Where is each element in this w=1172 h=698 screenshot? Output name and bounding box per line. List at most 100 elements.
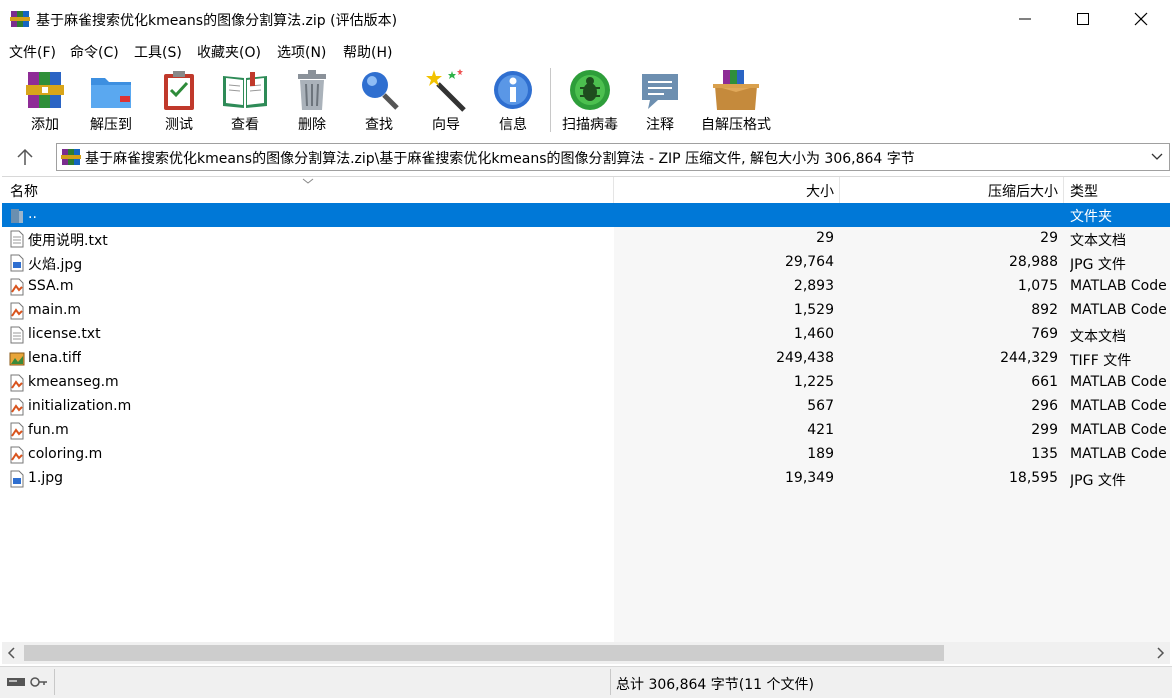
delete-button[interactable]: 删除 [280, 68, 344, 136]
address-bar: 基于麻雀搜索优化kmeans的图像分割算法.zip\基于麻雀搜索优化kmeans… [0, 140, 1172, 174]
menu-favorites[interactable]: 收藏夹(O) [197, 42, 261, 62]
maximize-button[interactable] [1054, 0, 1112, 38]
file-row[interactable]: 1.jpg 19,349 18,595 JPG 文件 [2, 467, 1170, 491]
file-name: 火焰.jpg [28, 257, 83, 273]
file-row[interactable]: initialization.m 567 296 MATLAB Code [2, 395, 1170, 419]
file-packed-size: 29 [1040, 230, 1058, 246]
file-name: license.txt [28, 326, 101, 342]
menu-help[interactable]: 帮助(H) [343, 42, 392, 62]
file-type: MATLAB Code [1070, 374, 1167, 390]
test-button[interactable]: 测试 [147, 68, 211, 136]
info-icon [494, 71, 532, 109]
file-name: kmeanseg.m [28, 374, 119, 390]
scroll-right-icon[interactable] [1154, 646, 1166, 660]
file-size: 1,225 [793, 374, 834, 390]
up-arrow-icon[interactable] [14, 146, 36, 168]
drive-icon [7, 678, 25, 686]
horizontal-scrollbar[interactable] [2, 642, 1170, 664]
comment-label: 注释 [646, 117, 674, 133]
file-row[interactable]: license.txt 1,460 769 文本文档 [2, 323, 1170, 347]
file-size: 29 [816, 230, 834, 246]
close-button[interactable] [1112, 0, 1170, 38]
menu-options[interactable]: 选项(N) [277, 42, 326, 62]
matlab-file-icon [9, 302, 25, 320]
image-file-icon [9, 254, 25, 272]
extract-folder-icon [91, 78, 131, 108]
archive-icon [61, 149, 81, 165]
trash-icon [298, 70, 326, 110]
info-button[interactable]: 信息 [481, 68, 545, 136]
wizard-label: 向导 [432, 117, 460, 133]
matlab-file-icon [9, 398, 25, 416]
file-packed-size: 28,988 [1009, 254, 1058, 270]
file-packed-size: 1,075 [1017, 278, 1058, 294]
add-label: 添加 [31, 117, 59, 133]
file-name: initialization.m [28, 398, 132, 414]
scroll-left-icon[interactable] [6, 646, 18, 660]
file-row[interactable]: 使用说明.txt 29 29 文本文档 [2, 227, 1170, 251]
sfx-button[interactable]: 自解压格式 [696, 68, 776, 136]
file-name: lena.tiff [28, 350, 82, 366]
file-type: JPG 文件 [1070, 473, 1126, 489]
status-divider [610, 669, 611, 695]
file-row[interactable]: lena.tiff 249,438 244,329 TIFF 文件 [2, 347, 1170, 371]
toolbar-separator [550, 68, 551, 132]
scrollbar-thumb[interactable] [24, 645, 944, 661]
matlab-file-icon [9, 422, 25, 440]
column-header-name[interactable]: 名称 [10, 181, 38, 201]
address-path: 基于麻雀搜索优化kmeans的图像分割算法.zip\基于麻雀搜索优化kmeans… [85, 151, 915, 167]
file-row[interactable]: main.m 1,529 892 MATLAB Code [2, 299, 1170, 323]
minimize-button[interactable] [996, 0, 1054, 38]
menu-file[interactable]: 文件(F) [9, 42, 56, 62]
file-row[interactable]: SSA.m 2,893 1,075 MATLAB Code [2, 275, 1170, 299]
file-name: 使用说明.txt [28, 233, 108, 249]
test-label: 测试 [165, 117, 193, 133]
view-button[interactable]: 查看 [213, 68, 277, 136]
view-book-icon [223, 72, 267, 108]
file-type: TIFF 文件 [1070, 353, 1132, 369]
wizard-button[interactable]: 向导 [414, 68, 478, 136]
file-packed-size: 135 [1031, 446, 1058, 462]
status-bar: 总计 306,864 字节(11 个文件) [0, 666, 1172, 698]
menu-commands[interactable]: 命令(C) [70, 42, 119, 62]
scan-virus-button[interactable]: 扫描病毒 [558, 68, 622, 136]
address-field[interactable]: 基于麻雀搜索优化kmeans的图像分割算法.zip\基于麻雀搜索优化kmeans… [56, 143, 1170, 171]
file-row[interactable]: .. 文件夹 [2, 203, 1170, 227]
file-type: MATLAB Code [1070, 278, 1167, 294]
column-header-type[interactable]: 类型 [1070, 181, 1098, 201]
file-type: 文本文档 [1070, 233, 1126, 249]
comment-button[interactable]: 注释 [628, 68, 692, 136]
extract-button[interactable]: 解压到 [79, 68, 143, 136]
file-row[interactable]: 火焰.jpg 29,764 28,988 JPG 文件 [2, 251, 1170, 275]
file-packed-size: 661 [1031, 374, 1058, 390]
info-label: 信息 [499, 117, 527, 133]
column-divider[interactable] [1063, 177, 1064, 203]
folder-up-icon [9, 206, 25, 224]
file-type: 文本文档 [1070, 329, 1126, 345]
file-row[interactable]: coloring.m 189 135 MATLAB Code [2, 443, 1170, 467]
sort-chevron-icon [302, 178, 314, 184]
image-file-icon [9, 470, 25, 488]
test-clipboard-icon [164, 71, 194, 110]
file-packed-size: 769 [1031, 326, 1058, 342]
menu-tools[interactable]: 工具(S) [134, 42, 182, 62]
comment-bubble-icon [642, 74, 678, 109]
maximize-icon [1077, 13, 1089, 25]
search-icon [362, 72, 399, 110]
delete-label: 删除 [298, 117, 326, 133]
view-label: 查看 [231, 117, 259, 133]
add-button[interactable]: 添加 [13, 68, 77, 136]
sfx-box-icon [713, 70, 759, 110]
toolbar: 添加 解压到 测试 查看 删除 查找 向导 信息 扫描病毒 注释 自解压格式 [0, 64, 1172, 138]
scan-label: 扫描病毒 [562, 117, 618, 133]
text-file-icon [9, 230, 25, 248]
file-row[interactable]: fun.m 421 299 MATLAB Code [2, 419, 1170, 443]
chevron-down-icon[interactable] [1151, 150, 1163, 162]
file-size: 249,438 [776, 350, 834, 366]
column-header-size[interactable]: 大小 [614, 181, 834, 201]
find-button[interactable]: 查找 [347, 68, 411, 136]
file-packed-size: 244,329 [1000, 350, 1058, 366]
status-summary: 总计 306,864 字节(11 个文件) [616, 677, 814, 693]
file-row[interactable]: kmeanseg.m 1,225 661 MATLAB Code [2, 371, 1170, 395]
column-header-packed[interactable]: 压缩后大小 [840, 181, 1058, 201]
